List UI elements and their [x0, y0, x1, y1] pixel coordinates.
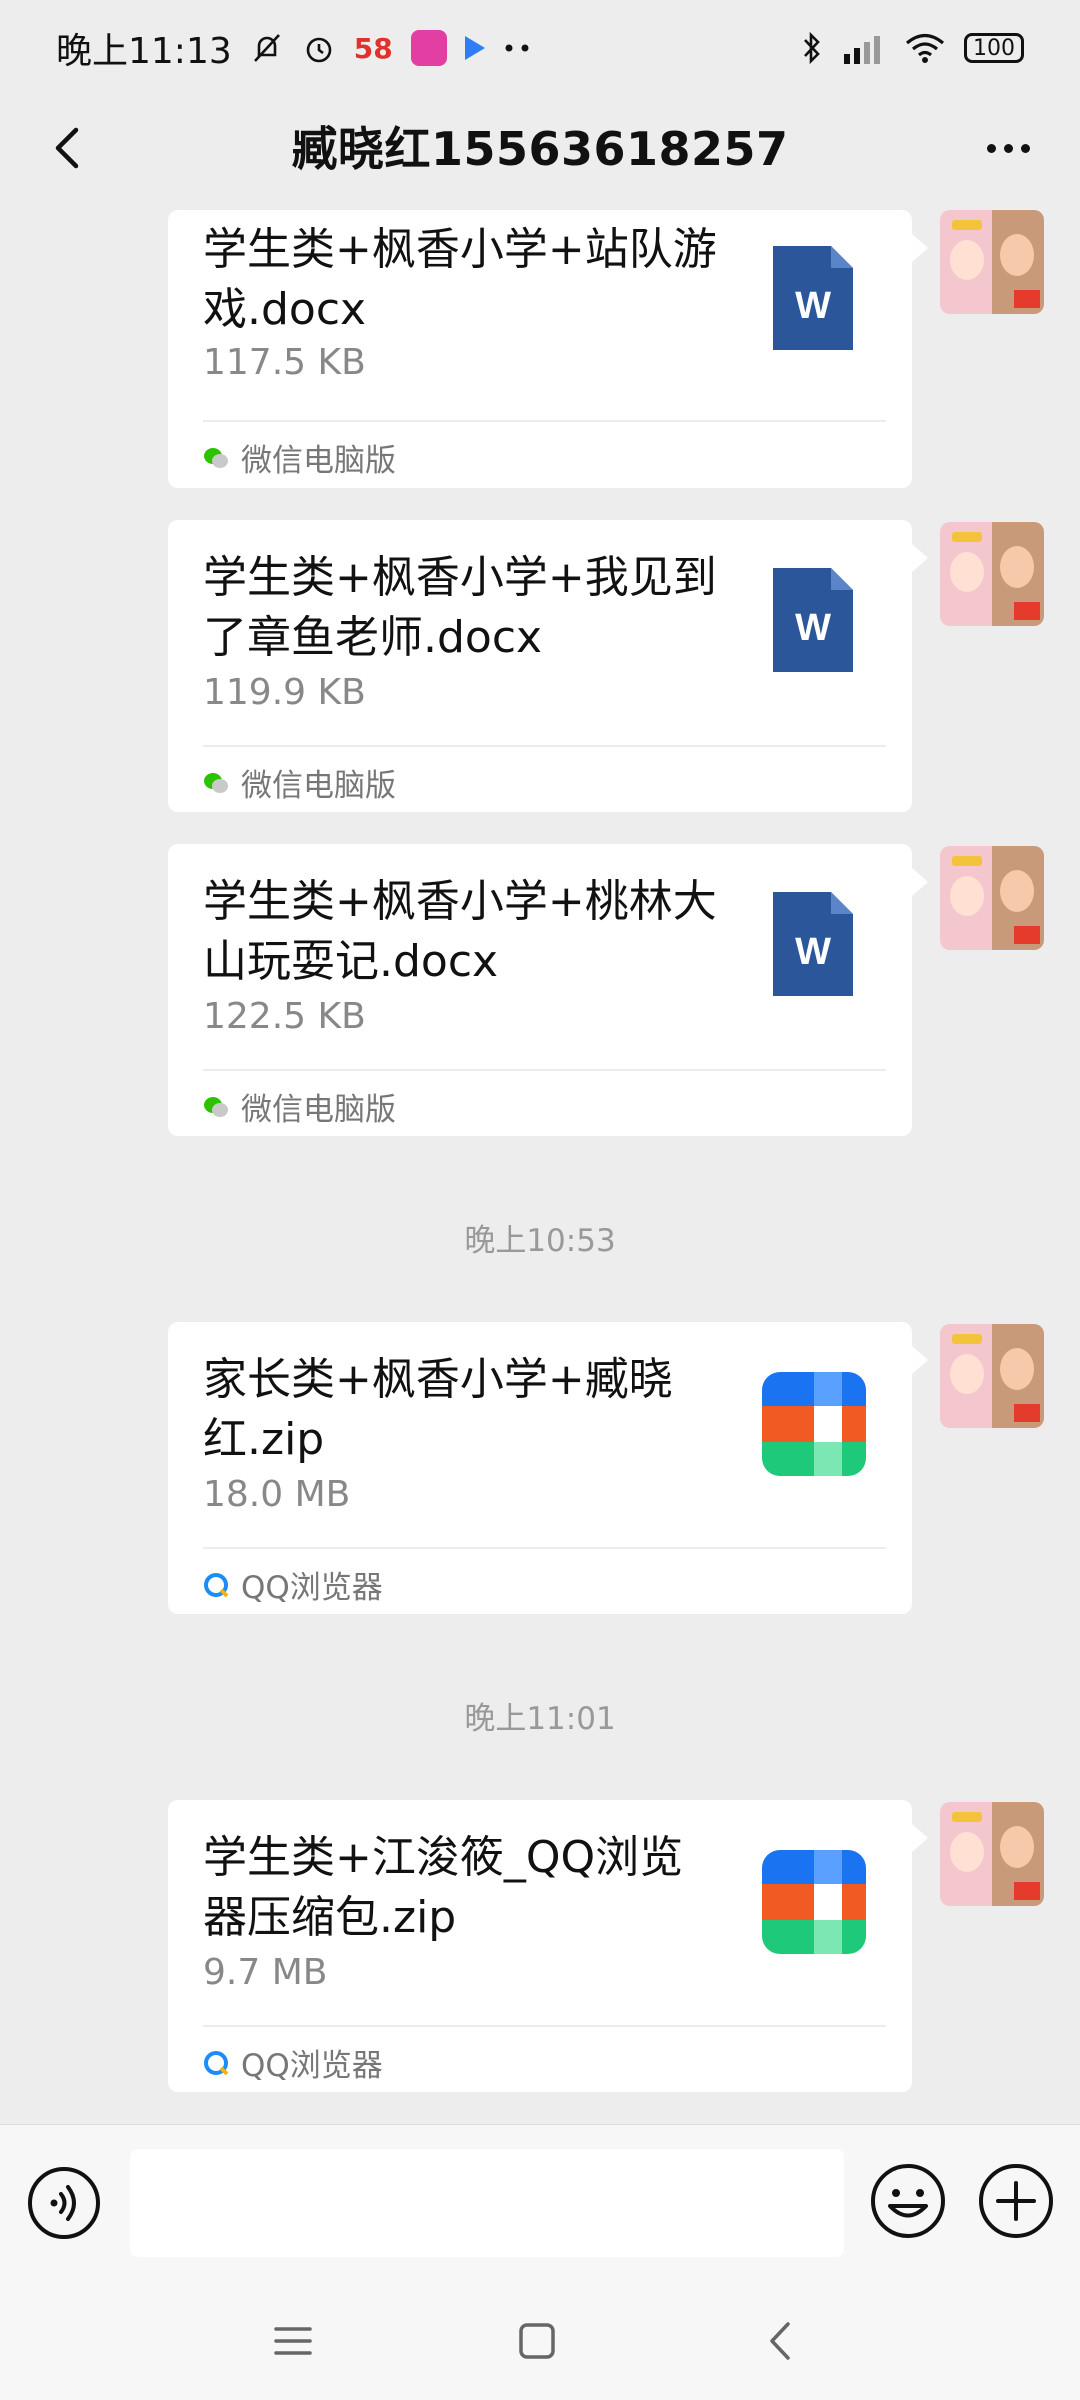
file-name: 学生类+枫香小学+桃林大山玩耍记.docx	[203, 876, 717, 987]
status-bar: 晚上11:13 58 100	[0, 0, 1080, 96]
wechat-icon	[204, 447, 228, 468]
chat-header: 臧晓红15563618257	[0, 96, 1080, 196]
bubble-tail	[912, 868, 928, 896]
word-file-icon: W	[773, 892, 853, 996]
file-message-card[interactable]: 学生类+江浚筱_QQ浏览器压缩包.zip 9.7 MB QQ浏览器	[168, 1800, 928, 2092]
qq-browser-icon	[204, 2050, 229, 2075]
system-nav-bar	[0, 2280, 1080, 2400]
word-file-icon: W	[773, 568, 853, 672]
emoji-icon	[871, 2164, 945, 2238]
home-square-icon	[519, 2323, 555, 2359]
avatar[interactable]	[940, 846, 1044, 950]
file-size: 18.0 MB	[203, 1474, 351, 1515]
source-label: QQ浏览器	[241, 1570, 383, 1606]
word-file-icon: W	[773, 246, 853, 350]
shopping-app-icon	[410, 30, 447, 66]
file-source: 微信电脑版	[203, 760, 396, 805]
wechat-icon	[204, 772, 228, 793]
file-name: 学生类+枫香小学+站队游戏.docx	[203, 224, 717, 335]
divider	[203, 2025, 886, 2027]
svg-text:W: W	[795, 285, 831, 327]
input-bar	[0, 2124, 1080, 2281]
battery-icon: 100	[964, 33, 1024, 63]
wechat-icon	[204, 1096, 228, 1117]
avatar[interactable]	[940, 210, 1044, 314]
bluetooth-icon	[800, 30, 824, 66]
file-message-card[interactable]: 学生类+枫香小学+桃林大山玩耍记.docx 122.5 KB W 微信电脑版	[168, 844, 928, 1136]
status-time: 晚上11:13	[56, 31, 232, 72]
zip-file-icon	[762, 1850, 866, 1954]
plus-icon	[979, 2164, 1053, 2238]
avatar[interactable]	[940, 1324, 1044, 1428]
file-size: 117.5 KB	[203, 342, 366, 383]
nav-menu-button[interactable]	[268, 2316, 318, 2366]
source-label: 微信电脑版	[241, 768, 396, 804]
video-app-icon	[464, 36, 485, 60]
wifi-icon	[904, 32, 946, 64]
menu-lines-icon	[274, 2327, 312, 2355]
file-size: 9.7 MB	[203, 1952, 328, 1993]
bubble-tail	[912, 234, 928, 262]
svg-text:W: W	[795, 931, 831, 973]
avatar[interactable]	[940, 522, 1044, 626]
voice-button[interactable]	[26, 2165, 102, 2241]
time-separator: 晚上10:53	[464, 1223, 616, 1259]
bubble-tail	[912, 544, 928, 572]
zip-file-icon	[762, 1372, 866, 1476]
more-dots-icon	[986, 143, 996, 153]
nav-home-button[interactable]	[512, 2316, 562, 2366]
voice-icon	[28, 2167, 100, 2239]
file-source: QQ浏览器	[203, 2040, 383, 2085]
more-dot	[1003, 143, 1013, 153]
back-chevron-icon	[55, 127, 79, 169]
file-message-card[interactable]: 家长类+枫香小学+臧晓红.zip 18.0 MB QQ浏览器	[168, 1322, 928, 1614]
more-dot	[1020, 143, 1030, 153]
file-message-card[interactable]: 学生类+枫香小学+站队游戏.docx 117.5 KB W 微信电脑版	[168, 210, 928, 488]
file-message-card[interactable]: 学生类+枫香小学+我见到了章鱼老师.docx 119.9 KB W 微信电脑版	[168, 520, 928, 812]
file-source: 微信电脑版	[203, 1084, 396, 1129]
alarm-icon	[302, 31, 336, 65]
source-label: 微信电脑版	[241, 443, 396, 479]
chat-title: 臧晓红15563618257	[291, 122, 789, 176]
app-58-icon: 58	[353, 31, 393, 65]
svg-text:W: W	[795, 607, 831, 649]
back-triangle-icon	[770, 2322, 790, 2360]
bubble-tail	[912, 1824, 928, 1852]
source-label: QQ浏览器	[241, 2048, 383, 2084]
qq-browser-icon	[204, 1572, 229, 1597]
message-input[interactable]	[130, 2149, 844, 2257]
file-name: 家长类+枫香小学+臧晓红.zip	[203, 1354, 673, 1465]
file-name: 学生类+江浚筱_QQ浏览器压缩包.zip	[203, 1832, 684, 1943]
source-label: 微信电脑版	[241, 1092, 396, 1128]
file-size: 122.5 KB	[203, 996, 366, 1037]
file-source: QQ浏览器	[203, 1562, 383, 1607]
more-button[interactable]	[976, 120, 1040, 176]
nav-back-button[interactable]	[756, 2316, 806, 2366]
overflow-dots-icon	[503, 43, 533, 53]
bell-muted-icon	[250, 31, 284, 65]
emoji-button[interactable]	[868, 2161, 948, 2241]
bubble-tail	[912, 1346, 928, 1374]
divider	[203, 1069, 886, 1071]
plus-button[interactable]	[976, 2161, 1056, 2241]
avatar[interactable]	[940, 1802, 1044, 1906]
divider	[203, 420, 886, 422]
file-size: 119.9 KB	[203, 672, 366, 713]
back-button[interactable]	[40, 120, 96, 176]
file-source: 微信电脑版	[203, 435, 396, 480]
time-separator: 晚上11:01	[464, 1701, 616, 1737]
signal-icon	[842, 32, 886, 64]
divider	[203, 745, 886, 747]
file-name: 学生类+枫香小学+我见到了章鱼老师.docx	[203, 552, 717, 663]
divider	[203, 1547, 886, 1549]
